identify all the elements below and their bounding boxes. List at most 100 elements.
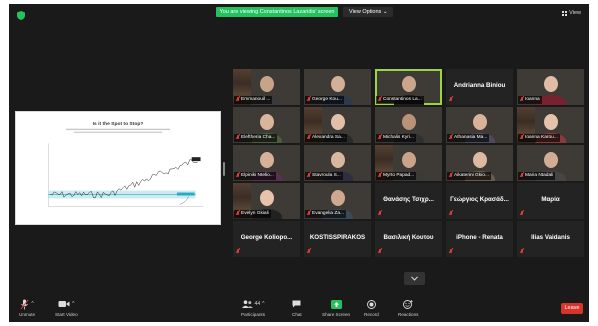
shield-icon[interactable] bbox=[17, 11, 25, 20]
chevron-down-icon bbox=[411, 276, 418, 281]
view-options-button[interactable]: View Options ⌄ bbox=[343, 7, 394, 17]
participant-gallery: Emmanouil ... George Kou... Constantinos L… bbox=[233, 69, 585, 257]
participant-tile[interactable]: Βασιλική Κουτου bbox=[375, 221, 442, 257]
video-camera-icon bbox=[58, 301, 70, 307]
participants-button[interactable]: 44 ^ Participants bbox=[241, 297, 265, 317]
participant-name: Alexandra Sa... bbox=[312, 135, 345, 140]
smiley-plus-icon bbox=[403, 299, 413, 309]
microphone-muted-icon bbox=[448, 97, 453, 103]
participant-face bbox=[330, 152, 345, 169]
participant-tile[interactable]: Alexandra Sa... bbox=[304, 107, 371, 143]
leave-button[interactable]: Leave bbox=[561, 303, 583, 314]
participant-name: Evangelia Za... bbox=[312, 211, 344, 216]
unmute-button[interactable]: ^ Unmute bbox=[19, 297, 35, 317]
chat-icon bbox=[292, 300, 301, 308]
participant-name: Athanasia Ma... bbox=[454, 135, 488, 140]
caret-up-icon[interactable]: ^ bbox=[72, 301, 74, 307]
participant-tile[interactable]: Andrianna Biniou bbox=[446, 69, 513, 105]
view-button[interactable]: View bbox=[562, 10, 581, 16]
microphone-muted-icon bbox=[448, 249, 453, 255]
participant-name-tag: Stavroula S... bbox=[305, 172, 343, 180]
microphone-muted-icon bbox=[377, 211, 382, 217]
microphone-muted-icon bbox=[235, 211, 240, 217]
microphone-muted-icon bbox=[377, 97, 382, 103]
participant-tile[interactable]: Evelyn Gkiali bbox=[233, 183, 300, 219]
participant-tile[interactable]: Aikaterini Gkio... bbox=[446, 145, 513, 181]
participant-tile[interactable]: Elpiniki Ntelio... bbox=[233, 145, 300, 181]
participant-name: Μαρία bbox=[541, 196, 560, 203]
microphone-muted-icon bbox=[306, 135, 311, 141]
microphone-muted-icon bbox=[519, 249, 524, 255]
slide-label-box bbox=[176, 192, 195, 196]
participants-icon bbox=[241, 300, 253, 308]
caret-up-icon[interactable]: ^ bbox=[31, 301, 33, 307]
participant-face bbox=[401, 114, 416, 131]
microphone-muted-icon bbox=[235, 173, 240, 179]
participant-name: Ilias Vaidanis bbox=[531, 234, 570, 241]
meeting-toolbar: ^ Unmute ^ Start Video 44 ^ Participants… bbox=[9, 294, 589, 322]
start-video-button[interactable]: ^ Start Video bbox=[55, 297, 78, 317]
split-drag-handle[interactable] bbox=[223, 162, 225, 176]
participant-tile[interactable]: Μαρία bbox=[517, 183, 584, 219]
participant-face bbox=[330, 114, 345, 131]
microphone-muted-icon bbox=[448, 211, 453, 217]
microphone-muted-icon bbox=[235, 135, 240, 141]
share-screen-label: Share Screen bbox=[322, 312, 351, 317]
participant-tile[interactable]: KOSTISSPIRAKOS bbox=[304, 221, 371, 257]
participant-name-tag: George Kou... bbox=[305, 96, 344, 104]
caret-up-icon[interactable]: ^ bbox=[262, 301, 264, 307]
record-icon bbox=[366, 299, 376, 309]
start-video-label: Start Video bbox=[55, 312, 78, 317]
participant-tile[interactable]: Ioanna bbox=[517, 69, 584, 105]
microphone-muted-icon bbox=[519, 211, 524, 217]
microphone-muted-icon bbox=[377, 173, 382, 179]
participant-tile[interactable]: Athanasia Ma... bbox=[446, 107, 513, 143]
participant-tile[interactable]: Evangelia Za... bbox=[304, 183, 371, 219]
participant-name: Ioanna Karou... bbox=[525, 135, 558, 140]
grid-icon bbox=[562, 10, 568, 16]
participant-name: KOSTISSPIRAKOS bbox=[309, 234, 366, 241]
participant-name-tag: Evelyn Gkiali bbox=[234, 210, 271, 218]
participant-name-tag: Michalis Kyri... bbox=[376, 134, 416, 142]
participant-tile[interactable]: Stavroula S... bbox=[304, 145, 371, 181]
participant-tile[interactable]: Myrto Papad... bbox=[375, 145, 442, 181]
participant-tile[interactable]: Emmanouil ... bbox=[233, 69, 300, 105]
participant-tile[interactable]: iPhone - Renata bbox=[446, 221, 513, 257]
record-button[interactable]: Record bbox=[364, 297, 379, 317]
participant-tile[interactable]: Θανάσης Τσιχρ... bbox=[375, 183, 442, 219]
participant-count: 44 bbox=[254, 301, 261, 307]
microphone-muted-icon bbox=[235, 249, 240, 255]
share-screen-button[interactable]: Share Screen bbox=[322, 297, 350, 317]
participant-name: Ioanna bbox=[525, 97, 540, 102]
record-label: Record bbox=[364, 312, 379, 317]
participant-name-tag: Maria Ntadali bbox=[518, 172, 556, 180]
participant-tile[interactable]: Eleftheria Cha... bbox=[233, 107, 300, 143]
participant-tile[interactable]: Maria Ntadali bbox=[517, 145, 584, 181]
participant-name: Michalis Kyri... bbox=[383, 135, 414, 140]
participant-tile[interactable]: George Kou... bbox=[304, 69, 371, 105]
participant-face bbox=[259, 76, 274, 93]
microphone-muted-icon bbox=[377, 249, 382, 255]
participant-tile[interactable]: Γεώργιος Κρασάδ... bbox=[446, 183, 513, 219]
participant-tile[interactable]: Constantinos La... bbox=[375, 69, 442, 105]
shared-screen: Is it the Spot to Stop? bbox=[15, 111, 221, 225]
participant-tile[interactable]: Michalis Kyri... bbox=[375, 107, 442, 143]
participant-name-tag: Ioanna Karou... bbox=[518, 134, 560, 142]
participant-tile[interactable]: Ilias Vaidanis bbox=[517, 221, 584, 257]
microphone-muted-icon bbox=[519, 135, 524, 141]
participant-name-tag: Elpiniki Ntelio... bbox=[234, 172, 276, 180]
unmute-label: Unmute bbox=[19, 312, 36, 317]
chat-button[interactable]: Chat bbox=[292, 297, 302, 317]
participants-label: Participants bbox=[241, 312, 266, 317]
reactions-label: Reactions bbox=[398, 312, 419, 317]
reactions-button[interactable]: Reactions bbox=[398, 297, 418, 317]
microphone-muted-icon bbox=[306, 211, 311, 217]
participant-name: George Koliopo... bbox=[240, 234, 293, 241]
participant-name: Eleftheria Cha... bbox=[241, 135, 276, 140]
next-page-button[interactable] bbox=[404, 272, 425, 285]
slide-subtitle-line bbox=[65, 128, 171, 131]
participant-tile[interactable]: Ioanna Karou... bbox=[517, 107, 584, 143]
participant-name: George Kou... bbox=[312, 97, 342, 102]
participant-tile[interactable]: George Koliopo... bbox=[233, 221, 300, 257]
participant-face bbox=[330, 190, 345, 207]
